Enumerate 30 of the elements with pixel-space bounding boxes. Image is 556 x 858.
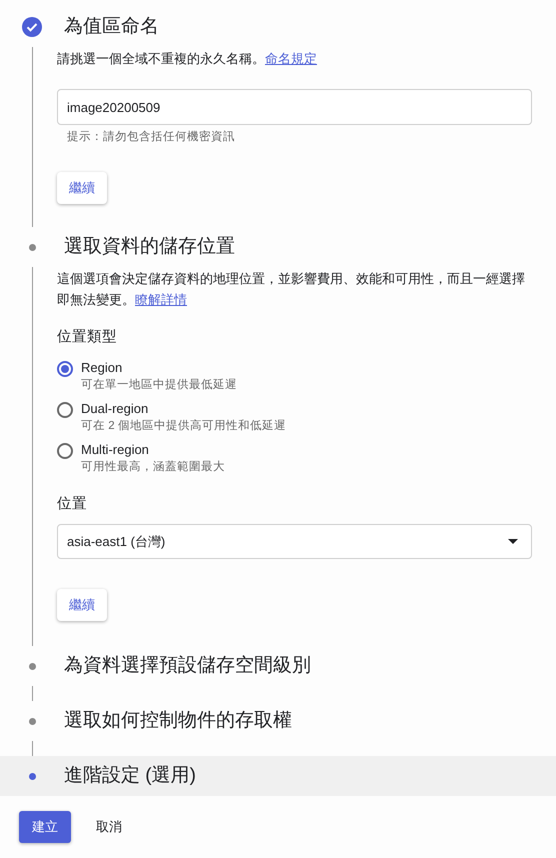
cancel-button[interactable]: 取消 [83,811,135,843]
dropdown-caret-icon [508,539,518,544]
option-description: 可用性最高，涵蓋範圍最大 [81,459,225,474]
create-button[interactable]: 建立 [19,811,71,843]
option-label: Region [81,360,124,375]
location-select[interactable]: asia-east1 (台灣) [57,524,532,559]
continue-button[interactable]: 繼續 [57,589,107,621]
step-description: 請挑選一個全域不重複的永久名稱。命名規定 [57,50,318,68]
learn-more-link[interactable]: 瞭解詳情 [135,292,187,307]
name-field[interactable]: image20200509 [57,89,532,125]
option-label: Multi-region [81,442,150,457]
option-description: 可在單一地區中提供最低延遲 [81,378,237,392]
select-value: asia-east1 (台灣) [67,532,166,550]
field-label: 位置類型 [57,328,118,346]
radio-button[interactable] [57,402,73,418]
step-header[interactable]: 進階設定 (選用) [0,756,556,796]
step-description: 這個選項會決定儲存資料的地理位置，並影響費用、效能和可用性，而且一經選擇即無法變更。瞭解詳情 [57,270,526,309]
field-label: 位置 [57,495,88,513]
radio-button[interactable] [57,443,73,459]
step-title: 選取資料的儲存位置 [64,235,235,259]
radio-button[interactable] [57,361,73,377]
option-description: 可在 2 個地區中提供高可用性和低延遲 [81,418,286,433]
step-title: 選取如何控制物件的存取權 [64,709,292,733]
field-hint: 提示：請勿包含括任何機密資訊 [67,129,236,144]
option-label: Dual-region [81,401,150,416]
learn-more-link[interactable]: 命名規定 [265,51,317,66]
continue-button[interactable]: 繼續 [57,172,107,204]
step-title: 進階設定 (選用) [64,764,196,788]
step-title: 為值區命名 [64,15,159,39]
step-title: 為資料選擇預設儲存空間級別 [64,654,311,678]
